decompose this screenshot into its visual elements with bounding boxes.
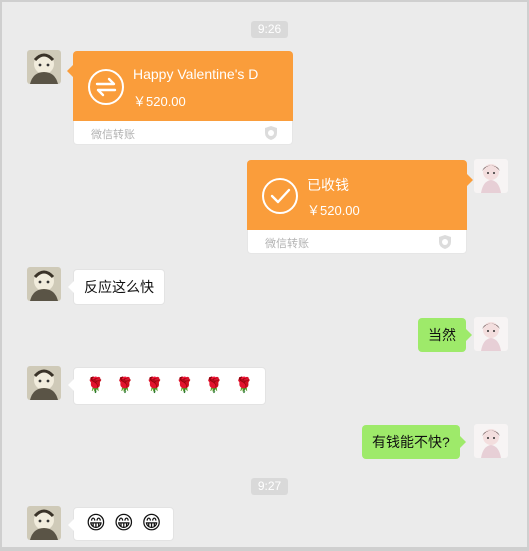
grinning-emoji: 😁 bbox=[113, 513, 134, 534]
message-bubble-outgoing[interactable]: 当然 bbox=[418, 318, 472, 352]
grinning-emoji: 😁 bbox=[86, 513, 106, 534]
self-avatar[interactable] bbox=[474, 424, 508, 458]
checkmark-circle-icon bbox=[262, 178, 298, 214]
transfer-card-sent[interactable]: Happy Valentine's D ￥520.00 微信转账 bbox=[67, 51, 293, 145]
rose-emoji: 🌹 bbox=[175, 377, 194, 394]
contact-avatar[interactable] bbox=[27, 366, 61, 400]
contact-avatar[interactable] bbox=[27, 506, 61, 540]
message-bubble-incoming[interactable]: 😁 😁 😁 bbox=[67, 507, 175, 541]
transfer-card-header: 已收钱 ￥520.00 bbox=[247, 160, 473, 230]
rose-emoji: 🌹 bbox=[86, 377, 105, 394]
transfer-amount: ￥520.00 bbox=[133, 94, 186, 109]
grinning-emoji: 😁 bbox=[141, 513, 162, 534]
transfer-arrows-icon bbox=[88, 69, 124, 105]
timestamp: 9:27 bbox=[251, 478, 288, 495]
transfer-footer-label: 微信转账 bbox=[265, 238, 309, 250]
message-bubble-incoming[interactable]: 🌹 🌹 🌹 🌹 🌹 🌹 bbox=[67, 367, 267, 405]
message-bubble-incoming[interactable]: 反应这么快 bbox=[68, 269, 165, 305]
rose-emoji: 🌹 bbox=[145, 377, 165, 394]
timestamp: 9:26 bbox=[251, 21, 288, 38]
transfer-footer-label: 微信转账 bbox=[91, 129, 135, 141]
self-avatar[interactable] bbox=[474, 159, 508, 193]
contact-avatar[interactable] bbox=[27, 267, 61, 301]
chat-window: 9:26 Happy Valentine's D ￥520.00 微信转账 已收… bbox=[0, 0, 529, 551]
rose-emoji: 🌹 bbox=[234, 377, 254, 394]
emoji-row: 😁 😁 😁 bbox=[86, 514, 161, 534]
transfer-title: Happy Valentine's D bbox=[133, 66, 259, 82]
transfer-card-header: Happy Valentine's D ￥520.00 bbox=[67, 51, 293, 121]
wechat-pay-shield-icon bbox=[439, 235, 451, 249]
rose-emoji: 🌹 bbox=[204, 377, 224, 394]
contact-avatar[interactable] bbox=[27, 50, 61, 84]
wechat-pay-shield-icon bbox=[265, 126, 277, 140]
transfer-title: 已收钱 bbox=[307, 177, 349, 193]
emoji-row: 🌹 🌹 🌹 🌹 🌹 🌹 bbox=[86, 376, 253, 396]
transfer-card-received[interactable]: 已收钱 ￥520.00 微信转账 bbox=[247, 160, 473, 254]
transfer-amount: ￥520.00 bbox=[307, 203, 360, 218]
self-avatar[interactable] bbox=[474, 317, 508, 351]
rose-emoji: 🌹 bbox=[115, 377, 135, 394]
message-bubble-outgoing[interactable]: 有钱能不快? bbox=[362, 425, 466, 459]
